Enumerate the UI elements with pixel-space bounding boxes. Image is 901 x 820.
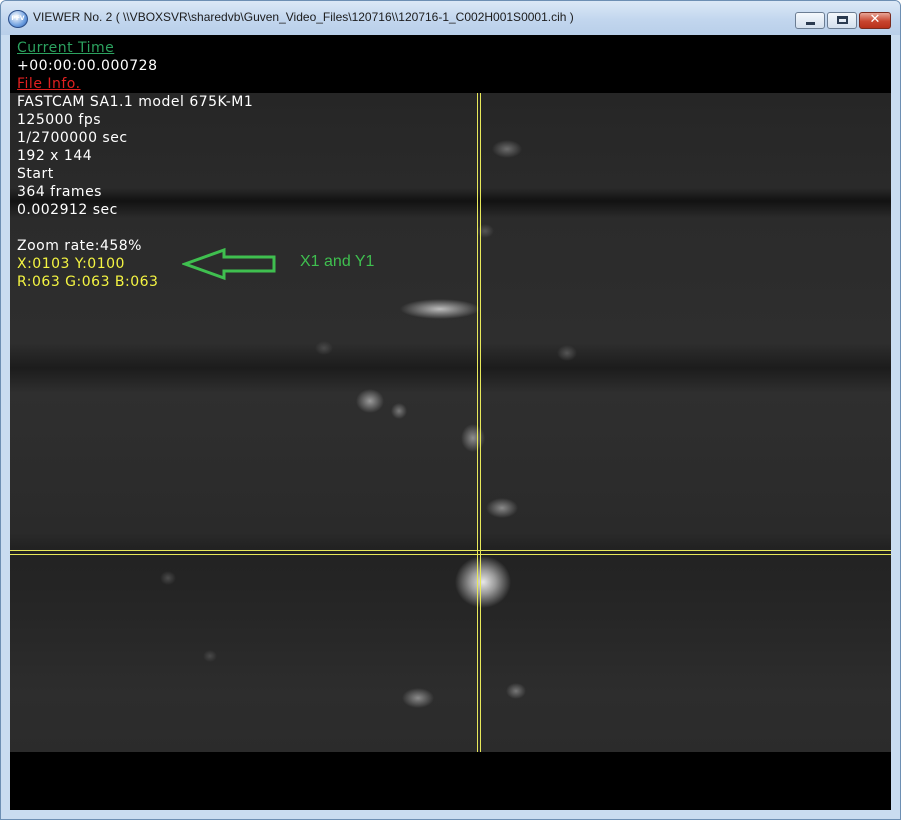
viewer-window: PFV VIEWER No. 2 ( \\VBOXSVR\sharedvb\Gu… — [0, 0, 901, 820]
current-time-value: +00:00:00.000728 — [17, 58, 158, 74]
close-icon: ✕ — [869, 12, 881, 27]
resolution: 192 x 144 — [17, 148, 93, 164]
cursor-rgb-value: R:063 G:063 B:063 — [17, 274, 159, 290]
shutter-speed: 1/2700000 sec — [17, 130, 128, 146]
camera-model: FASTCAM SA1.1 model 675K-M1 — [17, 94, 254, 110]
total-frames: 364 frames — [17, 184, 102, 200]
file-info-label: File Info. — [17, 76, 81, 92]
crosshair-vertical-line[interactable] — [477, 93, 481, 752]
maximize-icon — [837, 16, 848, 24]
title-bar[interactable]: PFV VIEWER No. 2 ( \\VBOXSVR\sharedvb\Gu… — [1, 1, 900, 35]
video-frame[interactable] — [10, 93, 891, 752]
crosshair-horizontal-line[interactable] — [10, 550, 891, 555]
maximize-button[interactable] — [827, 12, 857, 29]
zoom-rate: Zoom rate:458% — [17, 238, 142, 254]
minimize-icon — [806, 22, 815, 25]
annotation-arrow-left-icon — [182, 247, 276, 281]
window-title: VIEWER No. 2 ( \\VBOXSVR\sharedvb\Guven_… — [33, 10, 574, 24]
trigger-mode: Start — [17, 166, 54, 182]
close-button[interactable]: ✕ — [859, 12, 891, 29]
minimize-button[interactable] — [795, 12, 825, 29]
annotation-label: X1 and Y1 — [300, 253, 375, 270]
app-icon: PFV — [8, 10, 28, 28]
cursor-coordinates: X:0103 Y:0100 — [17, 256, 125, 272]
duration: 0.002912 sec — [17, 202, 118, 218]
frame-rate: 125000 fps — [17, 112, 102, 128]
viewer-canvas[interactable]: Current Time +00:00:00.000728 File Info.… — [10, 35, 891, 810]
current-time-label: Current Time — [17, 40, 115, 56]
